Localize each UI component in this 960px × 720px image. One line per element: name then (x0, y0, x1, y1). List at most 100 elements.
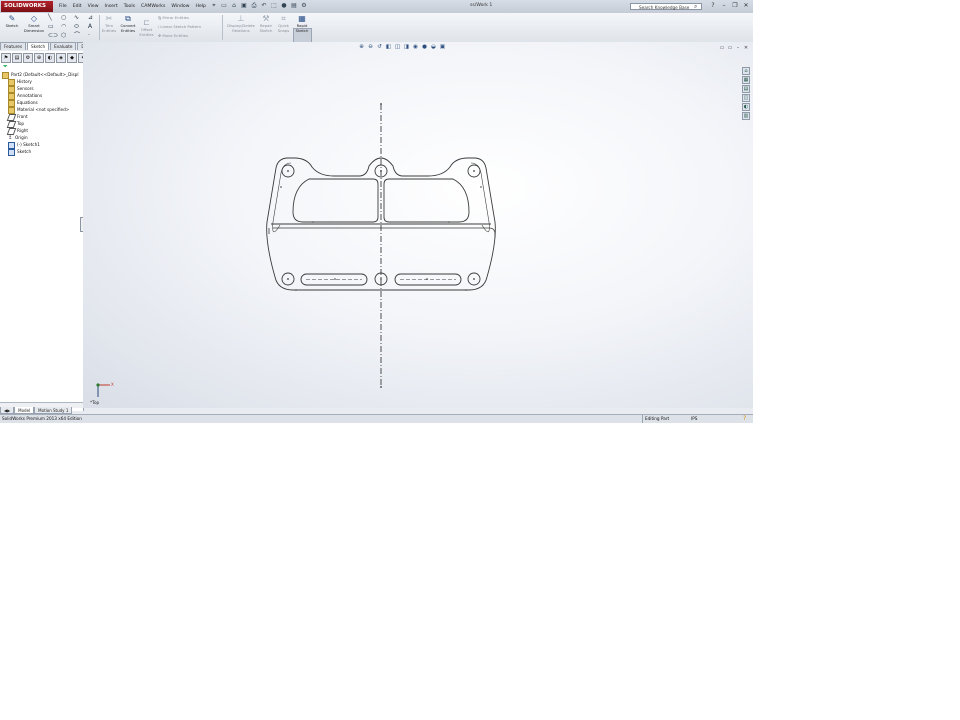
tree-item-top-plane[interactable]: Top (2, 120, 82, 128)
smart-dimension-button[interactable]: ◇ Smart Dimension (22, 15, 46, 33)
appearances-icon[interactable]: ◐ (742, 103, 750, 111)
tab-evaluate[interactable]: Evaluate (50, 42, 77, 50)
pin-icon[interactable]: ⌖ (210, 2, 218, 10)
fillet-icon[interactable]: ⌒ (74, 33, 80, 39)
file-properties-icon[interactable]: ▤ (290, 2, 298, 10)
tab-features[interactable]: Features (0, 42, 27, 50)
minimize-button[interactable]: – (719, 1, 729, 10)
restore-button[interactable]: ❐ (730, 1, 740, 10)
solidworks-logo[interactable]: SOLIDWORKS (1, 1, 53, 12)
sketch-upper-left-pocket[interactable] (292, 178, 379, 223)
property-manager-tab-icon[interactable]: ▤ (12, 53, 22, 63)
options-icon[interactable]: ⚙ (300, 2, 308, 10)
display-manager-tab-icon[interactable]: ◐ (45, 53, 55, 63)
menu-edit[interactable]: Edit (70, 2, 85, 11)
rectangle-icon[interactable]: ▭ (48, 24, 54, 30)
trim-entities-button[interactable]: ✂ Trim Entities (100, 15, 118, 33)
tab-sketch[interactable]: Sketch (27, 42, 50, 50)
new-document-icon[interactable]: ▭ (220, 2, 228, 10)
move-entities-button[interactable]: ✥ Move Entities (158, 33, 218, 39)
sketch-button[interactable]: ✎ Sketch (3, 15, 21, 29)
view-palette-icon[interactable]: ◫ (742, 94, 750, 102)
sketch-icon: ✎ (8, 14, 16, 23)
smart-dimension-icon: ◇ (30, 14, 38, 23)
spline-icon[interactable]: ∿ (74, 15, 79, 21)
configuration-manager-tab-icon[interactable]: ⚙ (23, 53, 33, 63)
rebuild-icon[interactable]: ● (280, 2, 288, 10)
tree-item-equations[interactable]: Equations (2, 99, 82, 107)
camworks-feature-tree-icon[interactable]: ◈ (56, 53, 66, 63)
open-icon[interactable]: ⌂ (230, 2, 238, 10)
menu-help[interactable]: Help (192, 2, 208, 11)
rapid-sketch-button[interactable]: ▦ Rapid Sketch (293, 15, 311, 33)
menu-tools[interactable]: Tools (121, 2, 138, 11)
dimxpert-manager-tab-icon[interactable]: ⊕ (34, 53, 44, 63)
offset-entities-button[interactable]: ⊏ Offset Entities (138, 19, 155, 37)
select-icon[interactable]: ⬚ (270, 2, 278, 10)
smart-line-icon[interactable]: ⊿ (88, 15, 93, 21)
window-controls: ? – ❐ ✕ (708, 1, 751, 10)
sketch-band-top[interactable] (273, 227, 496, 238)
command-manager: ✎ Sketch ◇ Smart Dimension ╲ ○ ∿ ⊿ ▭ ◠ ⬭… (0, 13, 753, 54)
tree-item-history[interactable]: History (2, 78, 82, 86)
camworks-operation-tree-icon[interactable]: ◆ (67, 53, 77, 63)
arc-icon[interactable]: ◠ (61, 24, 66, 30)
tree-item-right-plane[interactable]: Right (2, 127, 82, 135)
polygon-icon[interactable]: ⬡ (61, 33, 66, 39)
circle-icon[interactable]: ○ (61, 15, 66, 21)
tab-model[interactable]: Model (14, 407, 35, 414)
solidworks-resources-icon[interactable]: ⌂ (742, 67, 750, 75)
sketch-canvas: X (96, 103, 496, 397)
text-icon[interactable]: A (88, 24, 92, 30)
bottom-tabs: ◀▶ Model Motion Study 1 (0, 407, 200, 414)
help-question-icon[interactable]: ? (708, 1, 718, 10)
feature-manager-tab-icon[interactable]: ⚑ (1, 53, 11, 63)
tree-item-annotations[interactable]: Annotations (2, 92, 82, 100)
tree-root[interactable]: Part2 (Default<<Default>_Displ (2, 71, 82, 79)
menu-camworks[interactable]: CAMWorks (138, 2, 168, 11)
document-title: ss/Work 1 (470, 3, 493, 8)
ellipse-icon[interactable]: ⬭ (74, 24, 79, 30)
svg-text:X: X (111, 382, 114, 387)
linear-sketch-pattern-button[interactable]: ⁞ Linear Sketch Pattern (158, 24, 218, 30)
status-units[interactable]: IPS (691, 415, 697, 423)
tree-item-origin[interactable]: ↥ Origin (2, 134, 82, 141)
tree-item-material[interactable]: Material <not specified> (2, 106, 82, 114)
undo-icon[interactable]: ↶ (260, 2, 268, 10)
mirror-entities-button[interactable]: ⧎ Mirror Entities (158, 15, 218, 21)
help-icon[interactable]: ? (743, 415, 746, 423)
convert-entities-button[interactable]: ⧉ Convert Entities (118, 15, 138, 33)
menu-insert[interactable]: Insert (102, 2, 121, 11)
quick-snaps-button[interactable]: ⌗ Quick Snaps (275, 15, 292, 33)
design-library-icon[interactable]: ▦ (742, 76, 750, 84)
menu-view[interactable]: View (85, 2, 102, 11)
close-button[interactable]: ✕ (741, 1, 751, 10)
sketch-upper-right-pocket[interactable] (383, 178, 470, 223)
menu-window[interactable]: Window (168, 2, 192, 11)
graphics-area[interactable]: ⊕ ⊖ ↺ ◧ ◫ ◨ ◉ ● ◒ ▣ ▭ ▭ – ✕ X *Top (83, 42, 753, 408)
display-delete-relations-button[interactable]: ⊥ Display/Delete Relations (226, 15, 256, 33)
tab-motion-study[interactable]: Motion Study 1 (34, 407, 73, 414)
tree-item-front-plane[interactable]: Front (2, 113, 82, 121)
point-icon[interactable]: · (88, 33, 90, 39)
search-icon[interactable]: ⌕ (694, 3, 697, 11)
rapid-sketch-icon: ▦ (298, 14, 306, 23)
tree-item-sensors[interactable]: Sensors (2, 85, 82, 93)
repair-sketch-button[interactable]: ⚒ Repair Sketch (256, 15, 276, 33)
origin-icon: ↥ (8, 134, 13, 141)
save-icon[interactable]: ▣ (240, 2, 248, 10)
search-input[interactable]: Search Knowledge Base (630, 3, 702, 10)
custom-properties-icon[interactable]: ▥ (742, 112, 750, 120)
filter-icon[interactable]: ⏷ (3, 63, 8, 71)
tree-item-sketch[interactable]: Sketch (2, 148, 82, 156)
line-icon[interactable]: ╲ (48, 15, 52, 21)
print-icon[interactable]: ⎙ (250, 2, 258, 10)
slot-icon[interactable]: ⊂⊃ (48, 33, 58, 39)
tab-model-prev[interactable]: ◀▶ (0, 407, 15, 414)
feature-manager-panel: ⚑ ▤ ⚙ ⊕ ◐ ◈ ◆ ✦ » ⏷ Part2 (Default<<Defa… (0, 51, 99, 411)
menu-file[interactable]: File (56, 2, 70, 11)
tree-item-sketch1[interactable]: (-) Sketch1 (2, 141, 82, 149)
file-explorer-icon[interactable]: ▤ (742, 85, 750, 93)
status-bar: SolidWorks Premium 2013 x64 Edition Edit… (0, 414, 753, 423)
menu-bar: File Edit View Insert Tools CAMWorks Win… (56, 2, 209, 11)
